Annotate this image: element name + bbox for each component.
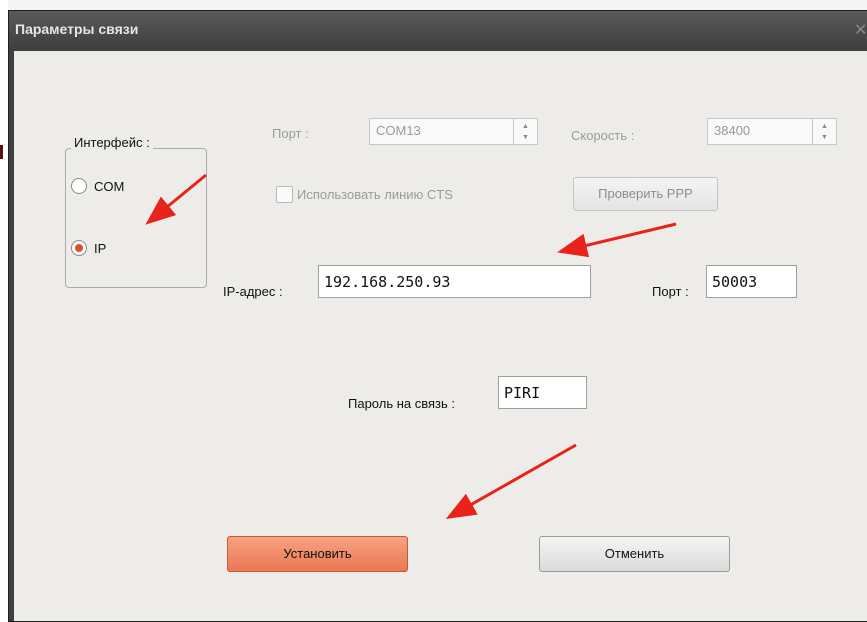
ip-address-field[interactable] [318,265,591,298]
ip-port-field[interactable] [706,265,797,298]
speed-value: 38400 [714,123,751,138]
spin-updown-icon[interactable]: ▲ ▼ [513,119,537,144]
apply-button[interactable]: Установить [227,536,408,572]
interface-group-label: Интерфейс : [71,135,153,150]
com-port-spinbox[interactable]: COM13 ▲ ▼ [369,118,538,145]
com-port-label: Порт : [272,126,309,141]
connection-settings-dialog: Параметры связи ✕ Интерфейс : COM IP Пор… [8,10,867,622]
radio-com-label[interactable]: COM [94,179,124,194]
check-ppp-button[interactable]: Проверить PPP [573,177,718,211]
background-strip [0,0,867,10]
password-field[interactable] [498,376,587,409]
dialog-body: Интерфейс : COM IP Порт : COM13 ▲ ▼ Скоро… [14,51,867,621]
cts-checkbox[interactable] [276,186,293,203]
radio-ip-label[interactable]: IP [94,241,106,256]
background-fragment [0,145,3,159]
speed-spinbox[interactable]: 38400 ▲ ▼ [707,118,837,145]
ip-port-label: Порт : [652,284,689,299]
com-port-value: COM13 [376,123,421,138]
radio-ip[interactable] [71,240,87,256]
cts-label[interactable]: Использовать линию CTS [297,187,453,202]
title-bar[interactable]: Параметры связи ✕ [9,11,867,48]
close-icon[interactable]: ✕ [854,20,867,40]
cancel-button[interactable]: Отменить [539,536,730,572]
radio-com[interactable] [71,178,87,194]
spin-updown-icon[interactable]: ▲ ▼ [812,119,836,144]
password-label: Пароль на связь : [348,396,455,411]
speed-label: Скорость : [571,128,635,143]
background-strip-left [0,0,8,615]
ip-address-label: IP-адрес : [223,284,283,299]
interface-groupbox [65,148,207,288]
dialog-title: Параметры связи [15,21,139,37]
